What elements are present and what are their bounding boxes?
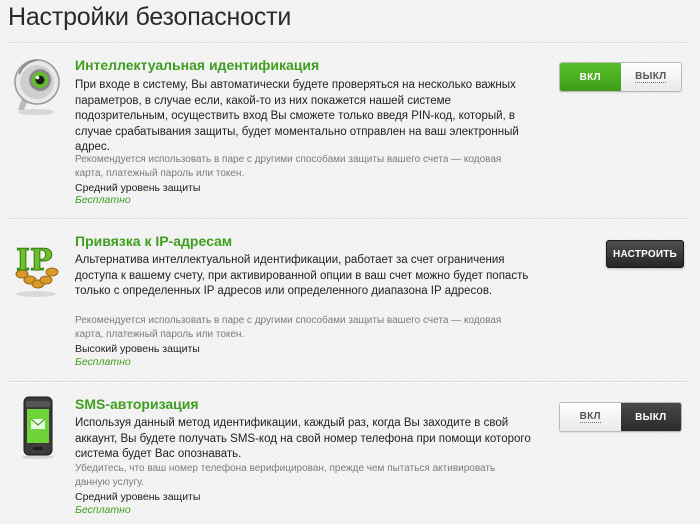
section-note: Убедитесь, что ваш номер телефона верифи… <box>75 463 496 488</box>
protection-level: Средний уровень защиты <box>75 182 201 194</box>
configure-button[interactable]: НАСТРОИТЬ <box>606 240 684 268</box>
section-title: Интеллектуальная идентификация <box>75 57 320 73</box>
protection-level: Средний уровень защиты <box>75 491 201 503</box>
page-title: Настройки безопасности <box>8 3 292 31</box>
eye-camera-icon <box>10 54 66 118</box>
section-note: Рекомендуется использовать в паре с друг… <box>75 154 502 179</box>
protection-level: Высокий уровень защиты <box>75 343 200 355</box>
price-label: Бесплатно <box>75 356 131 368</box>
sms-authorization-toggle[interactable]: ВКЛ ВЫКЛ <box>559 402 682 432</box>
divider <box>7 218 690 220</box>
section-description: При входе в систему, Вы автоматически бу… <box>75 79 519 153</box>
mobile-phone-icon <box>10 395 66 459</box>
toggle-on-button[interactable]: ВКЛ <box>560 63 621 91</box>
price-label: Бесплатно <box>75 504 131 516</box>
toggle-off-button[interactable]: ВЫКЛ <box>620 63 681 91</box>
section-description: Используя данный метод идентификации, ка… <box>75 417 531 460</box>
divider <box>7 381 690 383</box>
svg-text:IP: IP <box>16 243 53 278</box>
section-description: Альтернатива интеллектуальной идентифика… <box>75 254 529 297</box>
section-note: Рекомендуется использовать в паре с друг… <box>75 315 502 340</box>
smart-identification-toggle[interactable]: ВКЛ ВЫКЛ <box>559 62 682 92</box>
ip-chain-icon: IP <box>10 234 66 298</box>
section-title: SMS-авторизация <box>75 396 199 412</box>
section-title: Привязка к IP-адресам <box>75 233 233 249</box>
toggle-off-button[interactable]: ВЫКЛ <box>620 403 681 431</box>
toggle-on-button[interactable]: ВКЛ <box>560 403 621 431</box>
divider <box>7 42 690 44</box>
price-label: Бесплатно <box>75 194 131 206</box>
